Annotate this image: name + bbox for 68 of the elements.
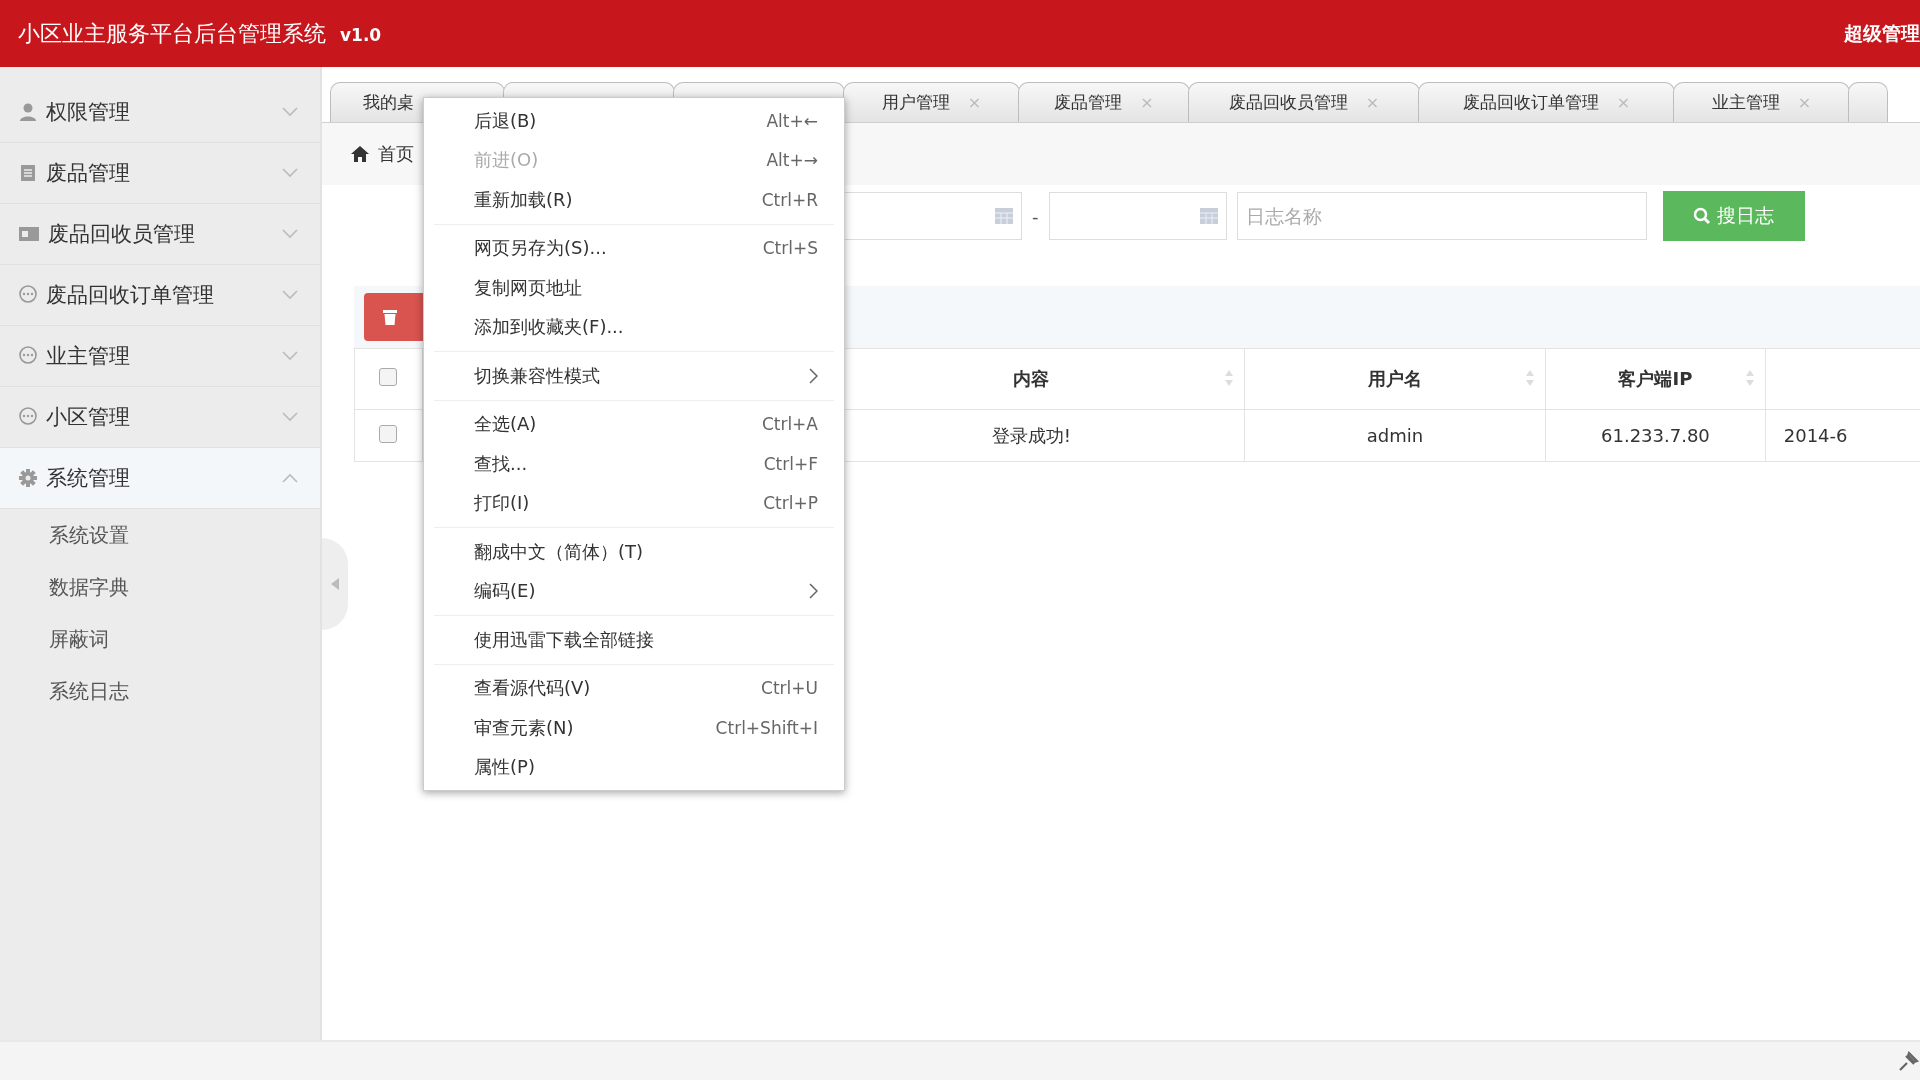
page-tab[interactable]: 用户管理 ×: [843, 82, 1020, 122]
page-tab[interactable]: 废品管理 ×: [1018, 82, 1190, 122]
sidebar-item[interactable]: 系统管理: [0, 448, 320, 509]
checkbox[interactable]: [379, 424, 398, 443]
sidebar-subitem[interactable]: 屏蔽词: [0, 613, 320, 665]
collapse-handle[interactable]: [322, 538, 348, 630]
page-tab[interactable]: [1848, 82, 1888, 122]
chevron-right-icon: [809, 367, 818, 384]
chevron-icon: [282, 412, 298, 422]
trash-icon: [382, 308, 398, 326]
page-tab[interactable]: 废品回收员管理 ×: [1188, 82, 1420, 122]
caret-left-icon: [330, 577, 340, 591]
app-title: 小区业主服务平台后台管理系统: [18, 19, 326, 48]
sort-icon[interactable]: [1223, 369, 1234, 387]
menu-item[interactable]: 复制网页地址: [424, 268, 844, 308]
menu-item[interactable]: 属性(P): [424, 747, 844, 787]
calendar-icon[interactable]: [1199, 208, 1218, 224]
menu-item[interactable]: 切换兼容性模式: [424, 356, 844, 396]
page-tab[interactable]: 业主管理 ×: [1673, 82, 1850, 122]
menu-item[interactable]: 全选(A) Ctrl+A: [424, 404, 844, 444]
picture-card-icon: [18, 225, 40, 243]
column-header[interactable]: 内容: [1013, 368, 1050, 389]
gear-icon: [18, 468, 38, 488]
menu-item[interactable]: 查找... Ctrl+F: [424, 444, 844, 484]
log-name-field[interactable]: 日志名称: [1236, 192, 1647, 240]
page-tab[interactable]: 废品回收订单管理 ×: [1418, 82, 1675, 122]
menu-item[interactable]: 添加到收藏夹(F)...: [424, 307, 844, 347]
home-icon[interactable]: [350, 145, 370, 163]
table-cell: admin: [1366, 425, 1424, 446]
date-field[interactable]: [1048, 192, 1227, 240]
version-label: v1.0: [340, 24, 382, 45]
menu-item[interactable]: 审查元素(N) Ctrl+Shift+I: [424, 708, 844, 748]
menu-item[interactable]: 打印(I) Ctrl+P: [424, 483, 844, 523]
sidebar-subitem[interactable]: 数据字典: [0, 561, 320, 613]
column-header[interactable]: 用户名: [1367, 368, 1422, 389]
table-cell: 登录成功!: [991, 424, 1071, 446]
sidebar-subitem[interactable]: 系统日志: [0, 665, 320, 717]
sidebar-subitem[interactable]: 系统设置: [0, 509, 320, 561]
table-cell: 2014-6: [1783, 425, 1848, 446]
table-cell: 61.233.7.80: [1601, 425, 1710, 446]
chevron-icon: [282, 290, 298, 300]
search-icon: [1693, 207, 1711, 225]
chevron-right-icon: [809, 583, 818, 600]
checkbox[interactable]: [379, 368, 398, 386]
menu-item[interactable]: 编码(E): [424, 571, 844, 611]
chat-icon: [18, 285, 38, 305]
chevron-icon: [282, 351, 298, 361]
chevron-icon: [282, 473, 298, 483]
menu-item[interactable]: 网页另存为(S)... Ctrl+S: [424, 228, 844, 268]
chevron-icon: [282, 107, 298, 117]
user-name[interactable]: 超级管理: [1844, 20, 1920, 47]
range-separator: -: [1032, 205, 1039, 227]
sort-icon[interactable]: [1744, 369, 1755, 387]
menu-item[interactable]: 重新加载(R) Ctrl+R: [424, 180, 844, 220]
document-icon: [18, 163, 38, 183]
chevron-icon: [282, 168, 298, 178]
pin-icon[interactable]: [1898, 1050, 1920, 1072]
column-header[interactable]: 客户端IP: [1618, 368, 1693, 389]
sort-icon[interactable]: [1525, 369, 1536, 387]
menu-item[interactable]: 翻成中文（简体）(T): [424, 532, 844, 572]
calendar-icon[interactable]: [995, 208, 1013, 224]
breadcrumb-link[interactable]: 首页: [378, 142, 414, 166]
menu-item[interactable]: 查看源代码(V) Ctrl+U: [424, 668, 844, 708]
menu-item[interactable]: 使用迅雷下载全部链接: [424, 620, 844, 660]
chevron-icon: [282, 229, 298, 239]
chat-icon: [18, 346, 38, 366]
chat-icon: [18, 407, 38, 427]
user-icon: [18, 102, 38, 122]
